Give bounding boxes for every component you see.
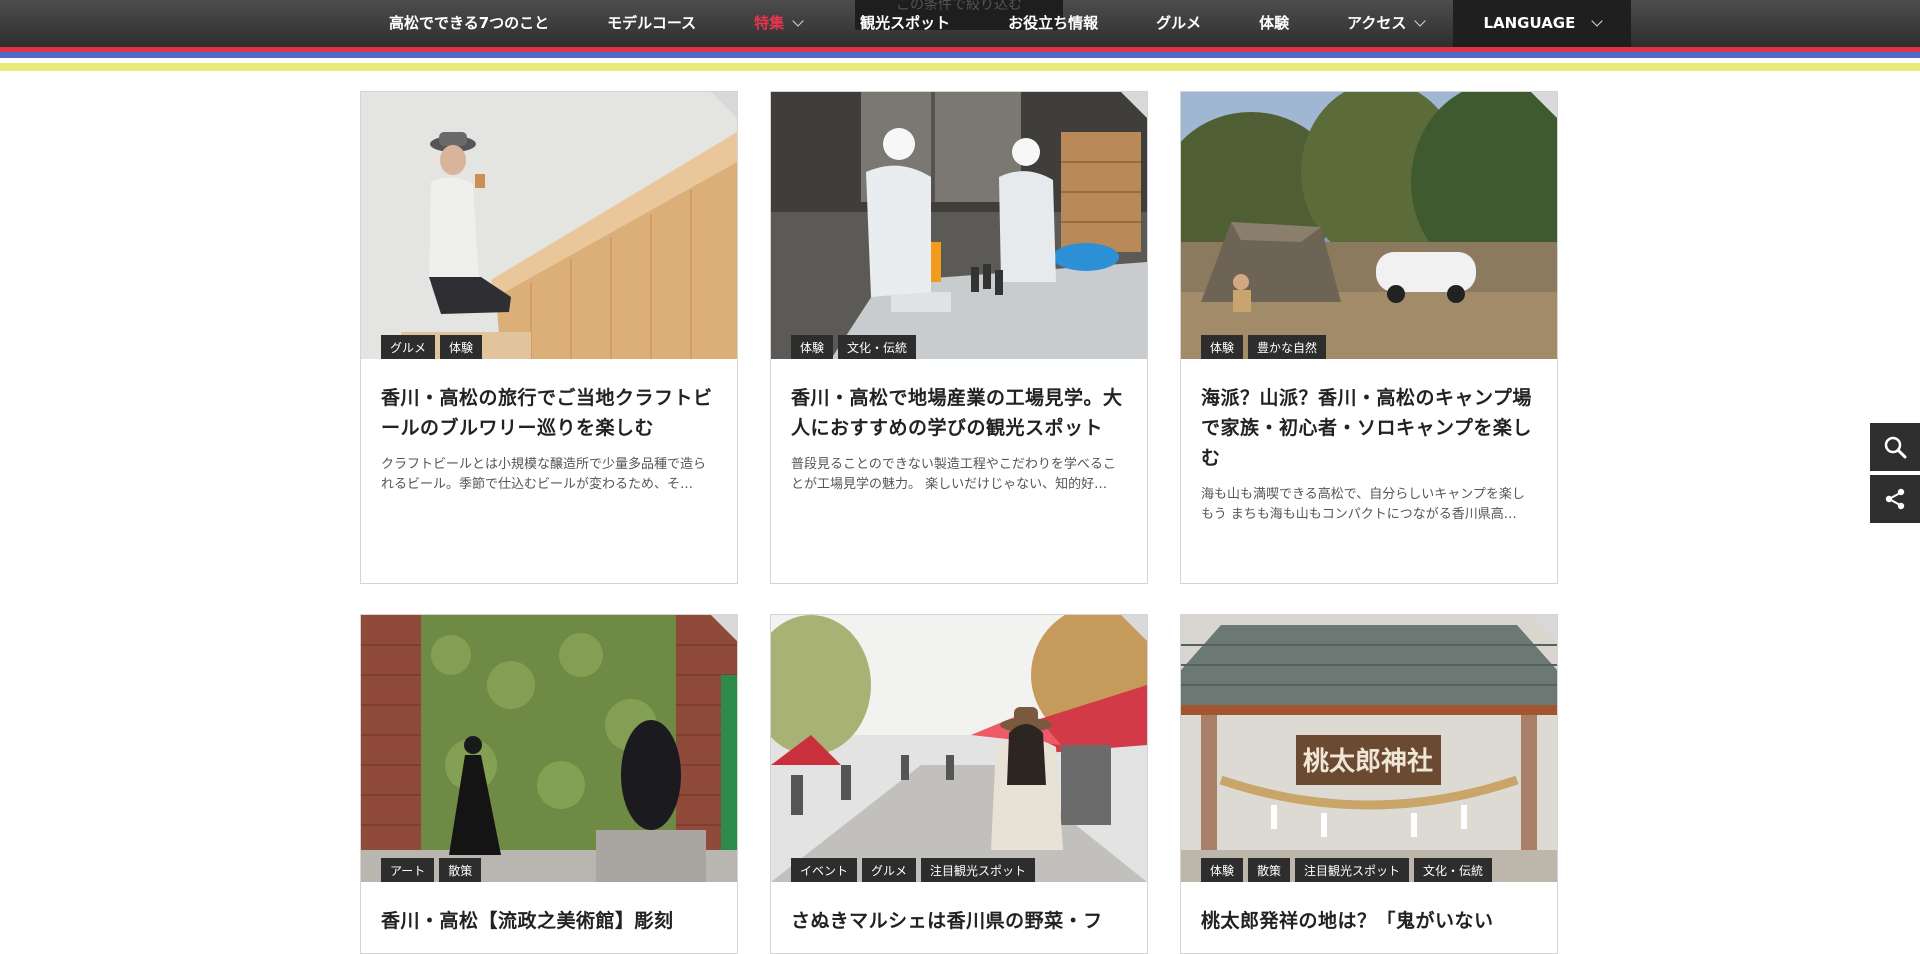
chevron-down-icon (1414, 15, 1427, 27)
tag[interactable]: イベント (791, 858, 858, 882)
tag-list: 体験 豊かな自然 (1201, 335, 1327, 359)
thumbnail-corner (1531, 615, 1557, 641)
tag[interactable]: 体験 (1201, 858, 1244, 882)
tag-list: 体験 文化・伝統 (791, 335, 917, 359)
share-icon (1885, 488, 1905, 510)
thumbnail-corner (1121, 92, 1147, 118)
article-title[interactable]: 海派？山派？香川・高松のキャンプ場で家族・初心者・ソロキャンプを楽しむ (1181, 383, 1557, 473)
article-thumbnail: 体験 文化・伝統 (771, 92, 1147, 359)
tag[interactable]: 体験 (1201, 335, 1244, 359)
search-icon (1884, 436, 1907, 459)
search-button[interactable] (1870, 423, 1920, 471)
nav-item-access[interactable]: アクセス (1318, 0, 1453, 47)
factory-photo (771, 92, 1147, 359)
brewery-photo (361, 92, 737, 359)
tag[interactable]: グルメ (862, 858, 917, 882)
chevron-down-icon (1591, 15, 1604, 27)
article-card[interactable]: グルメ 体験 香川・高松の旅行でご当地クラフトビールのブルワリー巡りを楽しむ ク… (360, 91, 738, 584)
article-card[interactable]: アート 散策 香川・高松【流政之美術館】彫刻 (360, 614, 738, 954)
article-title[interactable]: 香川・高松の旅行でご当地クラフトビールのブルワリー巡りを楽しむ (361, 383, 737, 443)
tag[interactable]: グルメ (381, 335, 436, 359)
tag[interactable]: 散策 (439, 858, 482, 882)
nav-item-spots[interactable]: 観光スポット (831, 0, 979, 47)
article-card[interactable]: 体験 豊かな自然 海派？山派？香川・高松のキャンプ場で家族・初心者・ソロキャンプ… (1180, 91, 1558, 584)
tag[interactable]: 体験 (440, 335, 483, 359)
chevron-down-icon (792, 15, 804, 27)
tag[interactable]: 散策 (1248, 858, 1291, 882)
nav-item-info[interactable]: お役立ち情報 (979, 0, 1127, 47)
shrine-photo: 桃太郎神社 (1181, 615, 1557, 882)
shrine-sign: 桃太郎神社 (1303, 746, 1433, 777)
article-thumbnail: グルメ 体験 (361, 92, 737, 359)
thumbnail-corner (1121, 615, 1147, 641)
article-excerpt: 海も山も満喫できる高松で、自分らしいキャンプを楽しもう まちも海も山もコンパクト… (1201, 487, 1525, 522)
nav-item-features[interactable]: 特集 (725, 0, 831, 47)
top-navigation: この条件で絞り込む 高松でできる7つのこと モデルコース 特集 観光スポット お… (0, 0, 1920, 47)
nav-item-experience[interactable]: 体験 (1230, 0, 1318, 47)
tag[interactable]: 注目観光スポット (1295, 858, 1410, 882)
thumbnail-corner (711, 92, 737, 118)
tag[interactable]: アート (381, 858, 435, 882)
article-title[interactable]: 桃太郎発祥の地は？「鬼がいない (1181, 906, 1557, 936)
article-card[interactable]: 体験 文化・伝統 香川・高松で地場産業の工場見学。大人におすすめの学びの観光スポ… (770, 91, 1148, 584)
tag[interactable]: 文化・伝統 (838, 335, 917, 359)
article-excerpt: 普段見ることのできない製造工程やこだわりを学べることが工場見学の魅力。 楽しいだ… (791, 457, 1116, 492)
tag-list: アート 散策 (381, 858, 482, 882)
tag-list: 体験 散策 注目観光スポット 文化・伝統 (1201, 858, 1493, 882)
article-thumbnail: 体験 豊かな自然 (1181, 92, 1557, 359)
article-thumbnail: イベント グルメ 注目観光スポット (771, 615, 1147, 882)
article-title[interactable]: 香川・高松で地場産業の工場見学。大人におすすめの学びの観光スポット (771, 383, 1147, 443)
share-button[interactable] (1870, 475, 1920, 523)
nav-item-gourmet[interactable]: グルメ (1127, 0, 1230, 47)
nav-item-7things[interactable]: 高松でできる7つのこと (360, 0, 578, 47)
language-selector[interactable]: LANGUAGE (1453, 0, 1632, 47)
tag[interactable]: 体験 (791, 335, 834, 359)
tag-list: グルメ 体験 (381, 335, 483, 359)
article-title[interactable]: さぬきマルシェは香川県の野菜・フ (771, 906, 1147, 936)
article-title[interactable]: 香川・高松【流政之美術館】彫刻 (361, 906, 737, 936)
article-card[interactable]: イベント グルメ 注目観光スポット さぬきマルシェは香川県の野菜・フ (770, 614, 1148, 954)
thumbnail-corner (1531, 92, 1557, 118)
article-card[interactable]: 桃太郎神社 体験 散策 注目観光スポット 文化・伝統 桃太郎発祥の地は？「鬼がい… (1180, 614, 1558, 954)
article-thumbnail: アート 散策 (361, 615, 737, 882)
tag[interactable]: 文化・伝統 (1414, 858, 1493, 882)
thumbnail-corner (711, 615, 737, 641)
tag-list: イベント グルメ 注目観光スポット (791, 858, 1036, 882)
museum-photo (361, 615, 737, 882)
article-thumbnail: 桃太郎神社 体験 散策 注目観光スポット 文化・伝統 (1181, 615, 1557, 882)
nav-menu: 高松でできる7つのこと モデルコース 特集 観光スポット お役立ち情報 グルメ … (360, 0, 1632, 47)
tag[interactable]: 注目観光スポット (921, 858, 1036, 882)
article-excerpt: クラフトビールとは小規模な醸造所で少量多品種で造られるビール。季節で仕込むビール… (381, 457, 707, 492)
tag[interactable]: 豊かな自然 (1248, 335, 1327, 359)
marche-photo (771, 615, 1147, 882)
color-stripe-yellow (0, 63, 1920, 71)
camping-photo (1181, 92, 1557, 359)
nav-item-model-course[interactable]: モデルコース (578, 0, 725, 47)
